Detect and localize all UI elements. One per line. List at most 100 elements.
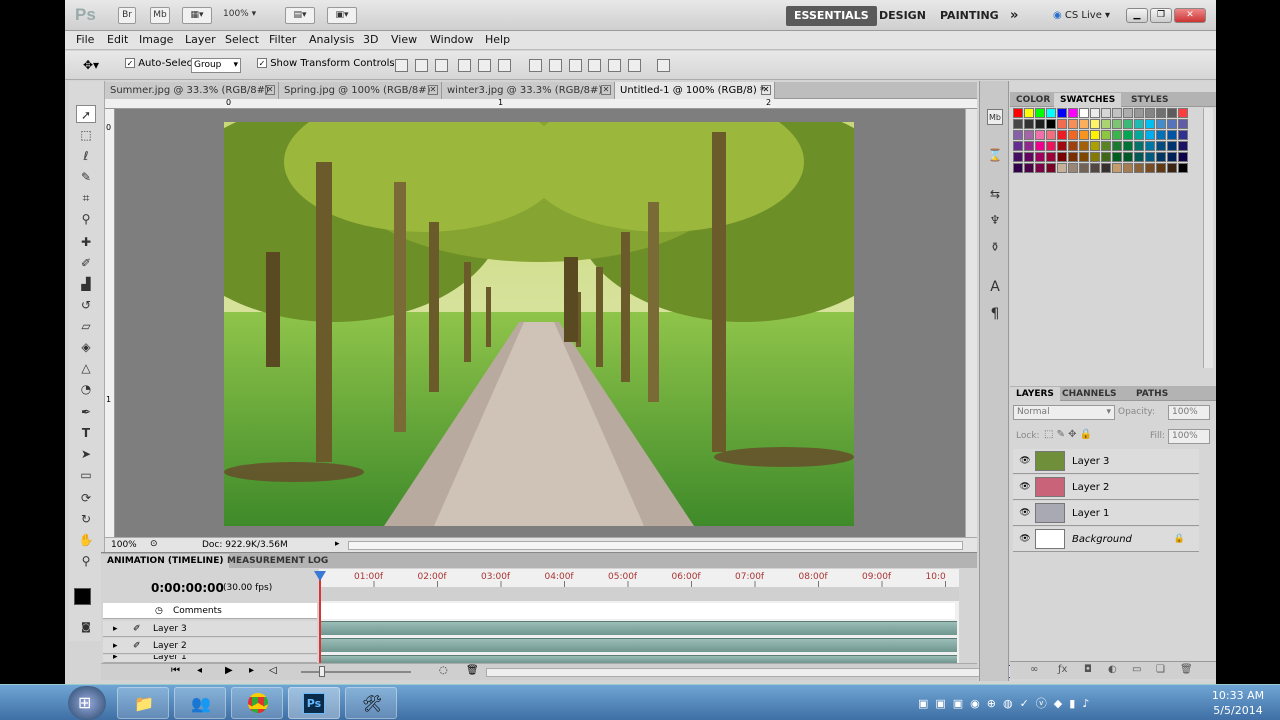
color-swatch[interactable] <box>1145 130 1155 140</box>
delete-layer-icon[interactable]: 🗑 <box>1180 664 1193 675</box>
color-swatch[interactable] <box>1013 108 1023 118</box>
menu-view[interactable]: View <box>391 33 417 46</box>
color-swatch[interactable] <box>1013 141 1023 151</box>
color-swatch[interactable] <box>1057 108 1067 118</box>
color-swatch[interactable] <box>1090 141 1100 151</box>
work-area-bar[interactable] <box>319 587 959 601</box>
color-swatch[interactable] <box>1123 130 1133 140</box>
quick-select-tool-icon[interactable]: ✎ <box>76 168 96 186</box>
color-swatch[interactable] <box>1046 163 1056 173</box>
color-swatch[interactable] <box>1134 163 1144 173</box>
color-swatch[interactable] <box>1178 119 1188 129</box>
character-icon[interactable]: A <box>987 279 1003 295</box>
transform-controls-option[interactable]: ✓ Show Transform Controls <box>257 58 395 69</box>
fill-field[interactable]: 100% <box>1168 429 1210 444</box>
mini-bridge-icon[interactable]: Mb <box>987 109 1003 125</box>
color-swatch[interactable] <box>1167 163 1177 173</box>
layer-3-duration-bar[interactable] <box>321 621 957 635</box>
distribute-vcenter-icon[interactable] <box>549 59 562 72</box>
color-swatch[interactable] <box>1024 141 1034 151</box>
current-time[interactable]: 0:00:00:00 <box>151 581 224 595</box>
color-swatch[interactable] <box>1156 141 1166 151</box>
color-swatch[interactable] <box>1035 141 1045 151</box>
zoom-level-select[interactable]: 100% ▾ <box>223 7 273 24</box>
color-swatch[interactable] <box>1046 141 1056 151</box>
move-tool-icon[interactable]: ✥▾ <box>83 58 99 72</box>
color-swatch[interactable] <box>1035 119 1045 129</box>
next-frame-icon[interactable]: ▸ <box>249 665 254 676</box>
healing-brush-icon[interactable]: ✚ <box>76 233 96 251</box>
color-swatch[interactable] <box>1145 152 1155 162</box>
align-vcenter-icon[interactable] <box>415 59 428 72</box>
expand-icon[interactable]: ▸ <box>113 655 118 662</box>
color-swatch[interactable] <box>1013 163 1023 173</box>
color-swatch[interactable] <box>1024 108 1034 118</box>
close-window-button[interactable]: ✕ <box>1174 8 1206 23</box>
3d-orbit-icon[interactable]: ↻ <box>76 510 96 528</box>
color-swatch[interactable] <box>1101 108 1111 118</box>
restore-button[interactable]: ❐ <box>1150 8 1172 23</box>
color-swatch[interactable] <box>1156 152 1166 162</box>
color-swatch[interactable] <box>1123 119 1133 129</box>
color-swatch[interactable] <box>1101 141 1111 151</box>
menu-3d[interactable]: 3D <box>363 33 378 46</box>
crop-tool-icon[interactable]: ⌗ <box>76 189 96 207</box>
color-swatch[interactable] <box>1167 141 1177 151</box>
playhead-handle[interactable] <box>314 571 326 581</box>
tab-measurement-log[interactable]: MEASUREMENT LOG <box>221 554 334 568</box>
system-tray-icons[interactable]: ▣▣▣◉⊕◍✓ⓥ◆▮♪ <box>918 695 1096 711</box>
taskbar-clock[interactable]: 10:33 AM 5/5/2014 <box>1208 688 1268 718</box>
auto-select-checkbox[interactable]: ✓ <box>125 58 135 68</box>
color-swatch[interactable] <box>1013 119 1023 129</box>
minibridge-button[interactable]: Mb <box>150 7 170 24</box>
taskbar-people-app[interactable]: 👥 <box>174 687 226 719</box>
color-swatch[interactable] <box>1167 119 1177 129</box>
tab-color[interactable]: COLOR <box>1010 93 1056 107</box>
distribute-bottom-icon[interactable] <box>569 59 582 72</box>
menu-select[interactable]: Select <box>225 33 259 46</box>
align-top-icon[interactable] <box>395 59 408 72</box>
color-swatch[interactable] <box>1178 141 1188 151</box>
layer-2-duration-bar[interactable] <box>321 638 957 652</box>
layer-row-layer-3[interactable]: 👁 Layer 3 <box>1013 449 1199 474</box>
color-swatch[interactable] <box>1046 119 1056 129</box>
distribute-right-icon[interactable] <box>628 59 641 72</box>
blur-tool-icon[interactable]: △ <box>76 359 96 377</box>
color-swatch[interactable] <box>1178 163 1188 173</box>
color-swatch[interactable] <box>1046 130 1056 140</box>
bridge-button[interactable]: Br <box>118 7 136 24</box>
tab-layers[interactable]: LAYERS <box>1010 387 1060 401</box>
color-swatch[interactable] <box>1090 119 1100 129</box>
color-swatch[interactable] <box>1123 108 1133 118</box>
color-swatch[interactable] <box>1079 108 1089 118</box>
marquee-tool-icon[interactable]: ⬚ <box>76 126 96 144</box>
zoom-slider-thumb[interactable] <box>319 666 325 677</box>
blend-mode-select[interactable]: Normal ▾ <box>1013 405 1115 420</box>
menu-file[interactable]: File <box>76 33 94 46</box>
color-swatch[interactable] <box>1057 130 1067 140</box>
layer-row-background[interactable]: 👁 Background 🔒 <box>1013 527 1199 552</box>
color-swatch[interactable] <box>1145 163 1155 173</box>
color-swatch[interactable] <box>1134 119 1144 129</box>
color-swatch[interactable] <box>1090 152 1100 162</box>
color-swatch[interactable] <box>1068 152 1078 162</box>
onion-skin-icon[interactable]: ◌ <box>439 665 448 676</box>
tab-animation-timeline[interactable]: ANIMATION (TIMELINE) <box>101 554 230 568</box>
minimize-button[interactable]: ▁ <box>1126 8 1148 23</box>
menu-layer[interactable]: Layer <box>185 33 216 46</box>
eyedropper-tool-icon[interactable]: ⚲ <box>76 210 96 228</box>
arrange-documents-button[interactable]: ▤▾ <box>285 7 315 24</box>
workspace-essentials[interactable]: ESSENTIALS <box>786 6 877 26</box>
align-hcenter-icon[interactable] <box>478 59 491 72</box>
visibility-eye-icon[interactable]: 👁 <box>1019 508 1031 518</box>
quick-mask-icon[interactable]: ◙ <box>76 619 96 637</box>
zoom-tool-icon[interactable]: ⚲ <box>76 552 96 570</box>
tab-swatches[interactable]: SWATCHES <box>1054 93 1122 107</box>
type-tool-icon[interactable]: T <box>76 424 96 442</box>
status-options-icon[interactable]: ⊙ <box>150 539 158 549</box>
distribute-top-icon[interactable] <box>529 59 542 72</box>
color-swatch[interactable] <box>1024 152 1034 162</box>
dodge-tool-icon[interactable]: ◔ <box>76 380 96 398</box>
color-swatch[interactable] <box>1112 108 1122 118</box>
color-swatch[interactable] <box>1134 108 1144 118</box>
